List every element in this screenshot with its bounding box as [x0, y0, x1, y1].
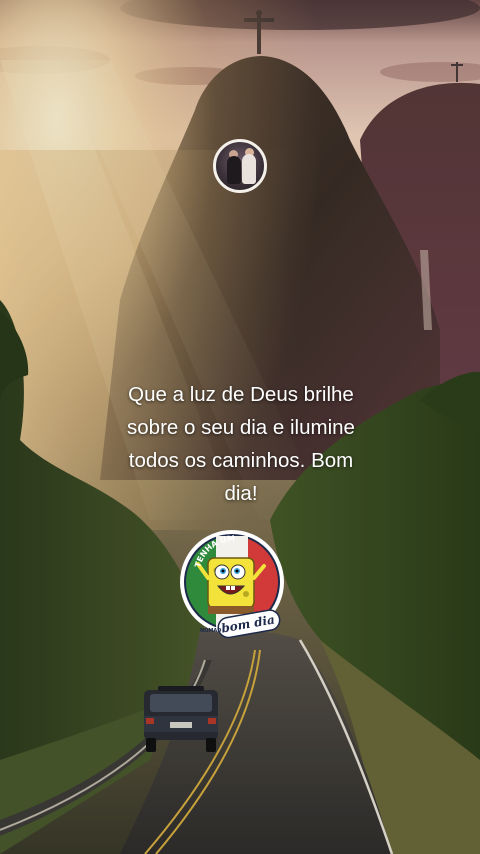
caption-line: sobre o seu dia e ilumine: [127, 416, 355, 439]
avatar-figure: [227, 156, 241, 184]
sticker-small-text: NOMAD: [200, 628, 221, 634]
greeting-caption: Que a luz de Deus brilhe sobre o seu dia…: [96, 378, 386, 510]
photo-scene: Que a luz de Deus brilhe sobre o seu dia…: [0, 0, 480, 854]
profile-avatar[interactable]: [213, 139, 267, 193]
caption-line: todos os caminhos. Bom: [128, 449, 354, 472]
caption-line: Que a luz de Deus brilhe: [128, 383, 354, 406]
spongebob-bom-dia-sticker: TENHA UM bom dia NOMAD: [180, 530, 284, 639]
caption-line: dia!: [224, 482, 258, 505]
avatar-figure: [242, 154, 256, 184]
